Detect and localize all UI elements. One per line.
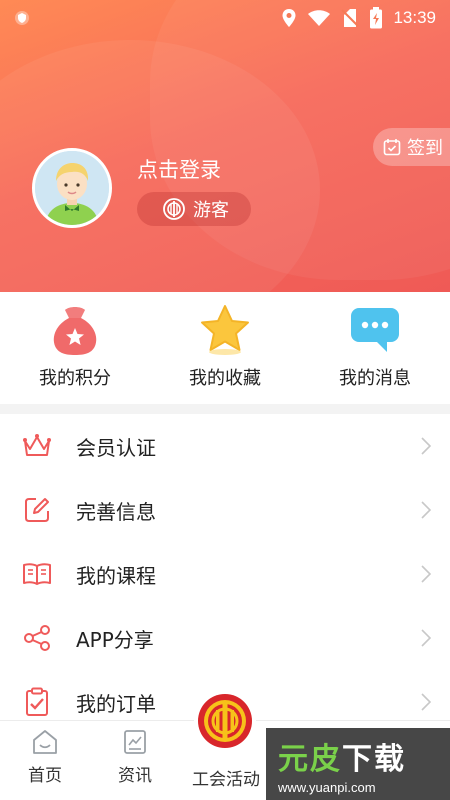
chevron-right-icon [421,565,432,583]
quick-points-label: 我的积分 [39,368,111,389]
menu-app-share[interactable]: APP分享 [0,606,450,670]
checkin-label: 签到 [407,138,443,159]
crown-icon [23,434,51,456]
chevron-right-icon [421,437,432,455]
edit-icon [25,498,49,522]
watermark-brand-green: 元皮 [278,741,342,777]
watermark-overlay: 元皮下载 www.yuanpi.com [266,728,450,800]
nav-union-label: 工会活动 [192,770,260,790]
battery-icon [370,7,383,29]
no-signal-icon [341,9,360,27]
quick-actions: 我的积分 我的收藏 我的消息 [0,292,450,404]
quick-messages[interactable]: 我的消息 [300,292,450,404]
nav-home-label: 首页 [28,766,62,786]
nav-news[interactable]: 资讯 [108,729,162,786]
guest-badge: 游客 [137,192,251,226]
news-icon [124,730,146,754]
quick-favorites[interactable]: 我的收藏 [150,292,300,404]
guest-label: 游客 [193,200,229,221]
menu-complete-info[interactable]: 完善信息 [0,478,450,542]
union-activity-button[interactable] [194,690,256,752]
section-divider [0,404,450,414]
chat-bubble-icon [351,308,399,352]
location-icon [282,9,296,27]
watermark-url: www.yuanpi.com [278,779,376,795]
avatar-boy-icon [35,151,109,225]
menu-label: 我的订单 [76,691,156,716]
menu-list: 会员认证 完善信息 我的课程 APP分享 我的订单 [0,414,450,734]
wifi-icon [308,10,331,26]
menu-label: 我的课程 [76,563,156,588]
money-bag-icon [53,307,97,355]
quick-favorites-label: 我的收藏 [189,368,261,389]
chevron-right-icon [421,501,432,519]
menu-label: APP分享 [76,627,154,652]
chevron-right-icon [421,693,432,711]
avatar[interactable] [32,148,112,228]
union-emblem-icon [163,198,185,220]
login-link[interactable]: 点击登录 [137,154,221,184]
chevron-right-icon [421,629,432,647]
profile-header: 13:39 点击登录 游客 签到 [0,0,450,292]
menu-label: 会员认证 [76,435,156,460]
clipboard-icon [26,687,48,716]
checkin-button[interactable]: 签到 [373,128,450,166]
nav-union-activities[interactable]: 工会活动 [185,765,267,790]
status-bar: 13:39 [0,0,450,36]
menu-member-verification[interactable]: 会员认证 [0,414,450,478]
menu-my-courses[interactable]: 我的课程 [0,542,450,606]
menu-label: 完善信息 [76,499,156,524]
star-icon [201,305,249,355]
union-emblem-icon [198,694,252,748]
book-icon [23,563,51,585]
status-time: 13:39 [393,8,436,27]
home-icon [33,730,57,754]
watermark-brand: 元皮下载 [278,734,450,778]
watermark-brand-white: 下载 [342,741,406,777]
quick-messages-label: 我的消息 [339,368,411,389]
calendar-check-icon [383,139,401,156]
shield-icon [15,11,29,25]
share-icon [24,625,50,651]
nav-news-label: 资讯 [118,766,152,786]
nav-home[interactable]: 首页 [20,729,70,786]
quick-points[interactable]: 我的积分 [0,292,150,404]
